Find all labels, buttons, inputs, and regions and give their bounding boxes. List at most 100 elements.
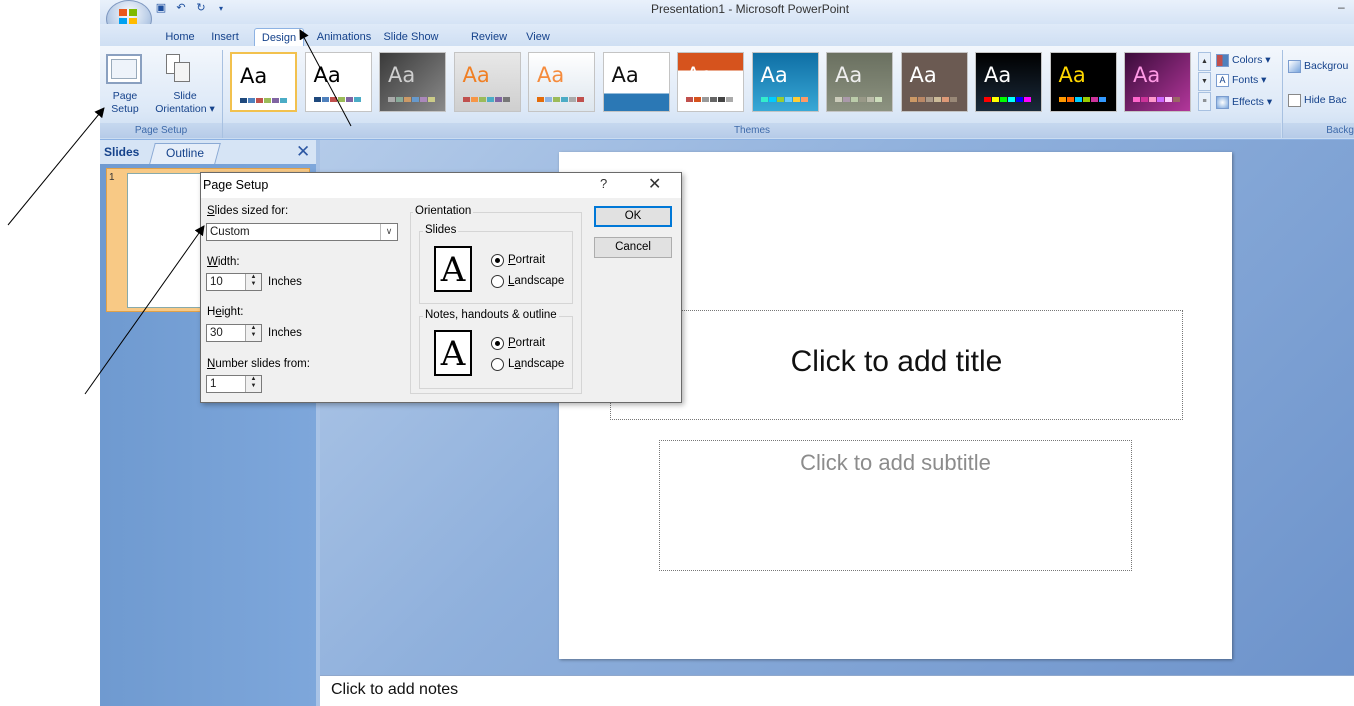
slides-portrait-radio[interactable] — [491, 254, 504, 267]
colors-icon — [1216, 53, 1229, 67]
theme-sample-text: Aa — [835, 63, 863, 87]
tab-insert[interactable]: Insert — [207, 28, 243, 46]
notes-portrait-radio[interactable] — [491, 337, 504, 350]
height-label: Height: — [207, 306, 244, 318]
theme-sample-text: Aa — [760, 63, 788, 87]
page-setup-button[interactable]: Page Setup — [100, 90, 150, 116]
slides-landscape-radio[interactable] — [491, 275, 504, 288]
theme-thumbnail[interactable]: Aa — [453, 52, 521, 112]
theme-colors-button[interactable]: Colors ▾ — [1216, 52, 1271, 68]
tab-review[interactable]: Review — [466, 28, 512, 46]
hide-background-checkbox[interactable]: Hide Bac — [1288, 92, 1347, 108]
theme-effects-button[interactable]: Effects ▾ — [1216, 94, 1272, 110]
redo-icon[interactable]: ↻ — [194, 2, 208, 15]
slides-orientation-label: Slides — [423, 224, 459, 236]
close-icon[interactable]: ✕ — [648, 174, 661, 194]
slides-portrait-label[interactable]: Portrait — [508, 254, 545, 266]
theme-sample-text: Aa — [537, 63, 565, 87]
spinner-arrows-icon[interactable]: ▲ ▼ — [245, 325, 261, 341]
theme-effects-label: Effects ▾ — [1232, 96, 1273, 108]
theme-thumbnail[interactable]: Aa — [677, 52, 744, 112]
tab-animations[interactable]: Animations — [313, 28, 375, 46]
chevron-down-icon[interactable]: ∨ — [380, 224, 397, 240]
chevron-down-icon[interactable]: ▾ — [214, 2, 228, 15]
theme-sample-text: Aa — [984, 63, 1012, 87]
notes-orientation-label: Notes, handouts & outline — [423, 309, 559, 321]
spinner-arrows-icon[interactable]: ▲ ▼ — [245, 376, 261, 392]
ok-button[interactable]: OK — [594, 206, 672, 227]
gallery-more-icon[interactable]: ≡ — [1198, 92, 1211, 111]
quick-access-toolbar: ▣ ↶ ↻ ▾ — [152, 2, 252, 16]
minimize-button[interactable]: – — [1338, 0, 1354, 14]
theme-color-swatches — [686, 97, 734, 102]
notes-placeholder: Click to add notes — [331, 681, 459, 698]
width-unit: Inches — [268, 276, 302, 288]
group-label-background: Backg — [1283, 123, 1354, 138]
theme-fonts-label: Fonts ▾ — [1232, 74, 1267, 86]
theme-thumbnail[interactable]: Aa — [751, 52, 819, 112]
theme-color-swatches — [984, 97, 1032, 102]
slides-sized-for-select[interactable]: Custom — [206, 223, 398, 241]
theme-color-swatches — [1058, 97, 1107, 102]
slide-orientation-icon[interactable] — [166, 54, 192, 84]
hide-background-label: Hide Bac — [1304, 94, 1347, 106]
slide-orientation-label-line1: Slide — [173, 90, 197, 102]
theme-thumbnail[interactable]: Aa — [1049, 52, 1117, 112]
save-icon[interactable]: ▣ — [154, 2, 168, 15]
theme-thumbnail[interactable]: Aa — [230, 52, 297, 112]
number-slides-from-label: Number slides from: — [207, 358, 310, 370]
tab-view[interactable]: View — [521, 28, 555, 46]
fonts-icon: A — [1216, 73, 1229, 87]
theme-color-swatches — [1133, 97, 1181, 102]
tab-home[interactable]: Home — [160, 28, 200, 46]
tab-design[interactable]: Design — [254, 28, 304, 46]
slides-landscape-label[interactable]: Landscape — [508, 275, 564, 287]
theme-thumbnail[interactable]: Aa — [379, 52, 446, 112]
gallery-scroll-up-icon[interactable]: ▲ — [1198, 52, 1211, 71]
height-unit: Inches — [268, 327, 302, 339]
theme-color-swatches — [313, 97, 362, 102]
theme-thumbnail[interactable]: Aa — [1124, 52, 1191, 112]
portrait-page-icon: A — [434, 330, 472, 376]
slides-sized-for-label: Slides sized for: — [207, 205, 289, 217]
window-title: Presentation1 - Microsoft PowerPoint — [650, 2, 850, 16]
tab-slide-show[interactable]: Slide Show — [378, 28, 444, 46]
theme-color-swatches — [462, 97, 511, 102]
theme-color-swatches — [760, 97, 809, 102]
spinner-arrows-icon[interactable]: ▲ ▼ — [245, 274, 261, 290]
theme-sample-text: Aa — [462, 63, 490, 87]
tab-slides[interactable]: Slides — [104, 145, 139, 159]
page-setup-label-line1: Page — [112, 90, 138, 102]
theme-thumbnail[interactable]: Aa — [528, 52, 595, 112]
theme-sample-text: Aa — [1058, 63, 1086, 87]
dialog-title-bar — [201, 173, 681, 198]
help-icon[interactable]: ? — [600, 176, 607, 191]
theme-thumbnail[interactable]: Aa — [304, 52, 372, 112]
slide-orientation-label-line2: Orientation ▾ — [155, 103, 215, 115]
theme-thumbnail[interactable]: Aa — [975, 52, 1042, 112]
dialog-title: Page Setup — [203, 178, 269, 192]
theme-sample-text: Aa — [240, 64, 268, 88]
portrait-page-icon: A — [434, 246, 472, 292]
theme-thumbnail[interactable]: Aa — [900, 52, 968, 112]
notes-pane[interactable] — [320, 675, 1354, 706]
undo-icon[interactable]: ↶ — [174, 2, 188, 15]
cancel-button[interactable]: Cancel — [594, 237, 672, 258]
close-icon[interactable]: ✕ — [296, 142, 310, 162]
page-setup-icon[interactable] — [106, 54, 142, 84]
background-styles-button[interactable]: Backgrou — [1288, 58, 1348, 74]
theme-fonts-button[interactable]: A Fonts ▾ — [1216, 72, 1266, 88]
notes-portrait-label[interactable]: Portrait — [508, 337, 545, 349]
notes-landscape-radio[interactable] — [491, 358, 504, 371]
theme-sample-text: Aa — [388, 63, 416, 87]
subtitle-placeholder-text: Click to add subtitle — [800, 450, 991, 475]
theme-thumbnail[interactable]: Aa — [826, 52, 893, 112]
tab-outline[interactable]: Outline — [149, 143, 221, 164]
theme-sample-text: Aa — [1133, 63, 1161, 87]
notes-landscape-label[interactable]: Landscape — [508, 358, 564, 370]
slide-orientation-button[interactable]: Slide Orientation ▾ — [150, 90, 220, 116]
theme-thumbnail[interactable]: Aa — [602, 52, 670, 112]
gallery-scroll-down-icon[interactable]: ▼ — [1198, 72, 1211, 91]
theme-colors-label: Colors ▾ — [1232, 54, 1271, 66]
theme-color-swatches — [388, 97, 436, 102]
